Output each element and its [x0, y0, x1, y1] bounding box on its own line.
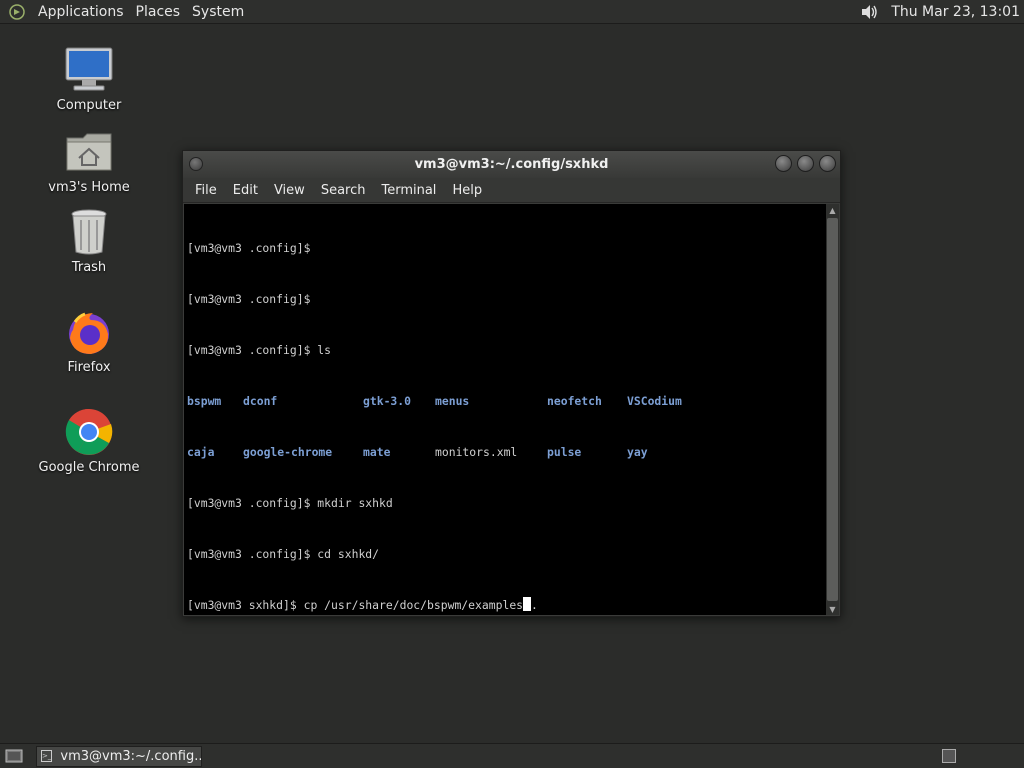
firefox-icon	[63, 306, 115, 358]
terminal-line: [vm3@vm3 .config]$	[187, 241, 311, 255]
mate-logo-icon[interactable]	[8, 3, 26, 21]
terminal-icon: >_	[41, 750, 53, 762]
scroll-down-icon[interactable]: ▼	[826, 603, 839, 615]
menu-terminal[interactable]: Terminal	[373, 183, 444, 198]
menu-help[interactable]: Help	[444, 183, 490, 198]
window-titlebar[interactable]: vm3@vm3:~/.config/sxhkd	[183, 151, 840, 178]
desktop-icon-trash[interactable]: Trash	[29, 206, 149, 275]
workspace-switcher[interactable]	[942, 749, 956, 763]
ls-entry: bspwm	[187, 394, 222, 408]
clock[interactable]: Thu Mar 23, 13:01	[885, 4, 1024, 20]
desktop-icon-chrome[interactable]: Google Chrome	[29, 406, 149, 475]
window-title: vm3@vm3:~/.config/sxhkd	[414, 157, 609, 172]
window-menubar: File Edit View Search Terminal Help	[183, 178, 840, 203]
ls-entry: gtk-3.0	[363, 394, 412, 408]
taskbar-terminal-button[interactable]: >_ vm3@vm3:~/.config...	[36, 745, 202, 767]
terminal-line: [vm3@vm3 .config]$ mkdir sxhkd	[187, 496, 393, 510]
desktop-icon-label: Computer	[56, 98, 122, 113]
window-menu-button[interactable]	[189, 157, 203, 171]
terminal-command-tail: .	[531, 598, 538, 612]
ls-entry: neofetch	[547, 394, 602, 408]
menu-file[interactable]: File	[187, 183, 225, 198]
maximize-button[interactable]	[797, 155, 814, 172]
desktop-icon-label: Firefox	[67, 360, 111, 375]
minimize-button[interactable]	[775, 155, 792, 172]
desktop-icon-home[interactable]: vm3's Home	[29, 126, 149, 195]
desktop-icon-label: vm3's Home	[48, 180, 130, 195]
menu-view[interactable]: View	[266, 183, 313, 198]
desktop-icon-label: Trash	[71, 260, 107, 275]
chrome-icon	[63, 406, 115, 458]
close-button[interactable]	[819, 155, 836, 172]
ls-entry: yay	[627, 445, 648, 459]
home-folder-icon	[63, 126, 115, 178]
terminal-line: [vm3@vm3 .config]$ ls	[187, 343, 332, 357]
show-desktop-icon[interactable]	[4, 748, 24, 764]
computer-icon	[63, 44, 115, 96]
menu-edit[interactable]: Edit	[225, 183, 266, 198]
desktop-icon-label: Google Chrome	[38, 460, 140, 475]
terminal-scrollbar[interactable]: ▲ ▼	[826, 204, 839, 615]
terminal-window[interactable]: vm3@vm3:~/.config/sxhkd File Edit View S…	[182, 150, 841, 617]
terminal-line: [vm3@vm3 .config]$	[187, 292, 311, 306]
ls-output-row: caja google-chrome mate monitors.xml pulse ya…	[187, 444, 827, 461]
ls-entry: caja	[187, 445, 215, 459]
top-panel: Applications Places System Thu Mar 23, 1…	[0, 0, 1024, 24]
ls-entry: dconf	[243, 394, 278, 408]
bottom-panel: >_ vm3@vm3:~/.config...	[0, 743, 1024, 768]
terminal-output[interactable]: [vm3@vm3 .config]$ [vm3@vm3 .config]$ [v…	[184, 204, 827, 615]
desktop-icon-firefox[interactable]: Firefox	[29, 306, 149, 375]
ls-entry: monitors.xml	[435, 445, 518, 459]
ls-entry: VSCodium	[627, 394, 682, 408]
text-cursor	[523, 597, 532, 611]
scroll-up-icon[interactable]: ▲	[826, 204, 839, 216]
taskbar-label: vm3@vm3:~/.config...	[60, 748, 202, 764]
scroll-thumb[interactable]	[827, 218, 838, 601]
terminal-prompt-line[interactable]: [vm3@vm3 sxhkd]$ cp /usr/share/doc/bspwm…	[187, 597, 827, 614]
ls-entry: mate	[363, 445, 391, 459]
trash-icon	[63, 206, 115, 258]
ls-output-row: bspwm dconf gtk-3.0 menus neofetch VSCodium	[187, 393, 827, 410]
menu-search[interactable]: Search	[313, 183, 374, 198]
terminal-line: [vm3@vm3 .config]$ cd sxhkd/	[187, 547, 380, 561]
ls-entry: menus	[435, 394, 470, 408]
desktop-icon-computer[interactable]: Computer	[29, 44, 149, 113]
applications-menu[interactable]: Applications	[32, 4, 130, 20]
ls-entry: google-chrome	[243, 445, 333, 459]
terminal-command: [vm3@vm3 sxhkd]$ cp /usr/share/doc/bspwm…	[187, 598, 524, 612]
window-controls	[775, 155, 836, 172]
system-menu[interactable]: System	[186, 4, 250, 20]
top-panel-tray: Thu Mar 23, 13:01	[859, 0, 1024, 24]
places-menu[interactable]: Places	[130, 4, 187, 20]
speaker-icon[interactable]	[859, 2, 879, 22]
ls-entry: pulse	[547, 445, 582, 459]
